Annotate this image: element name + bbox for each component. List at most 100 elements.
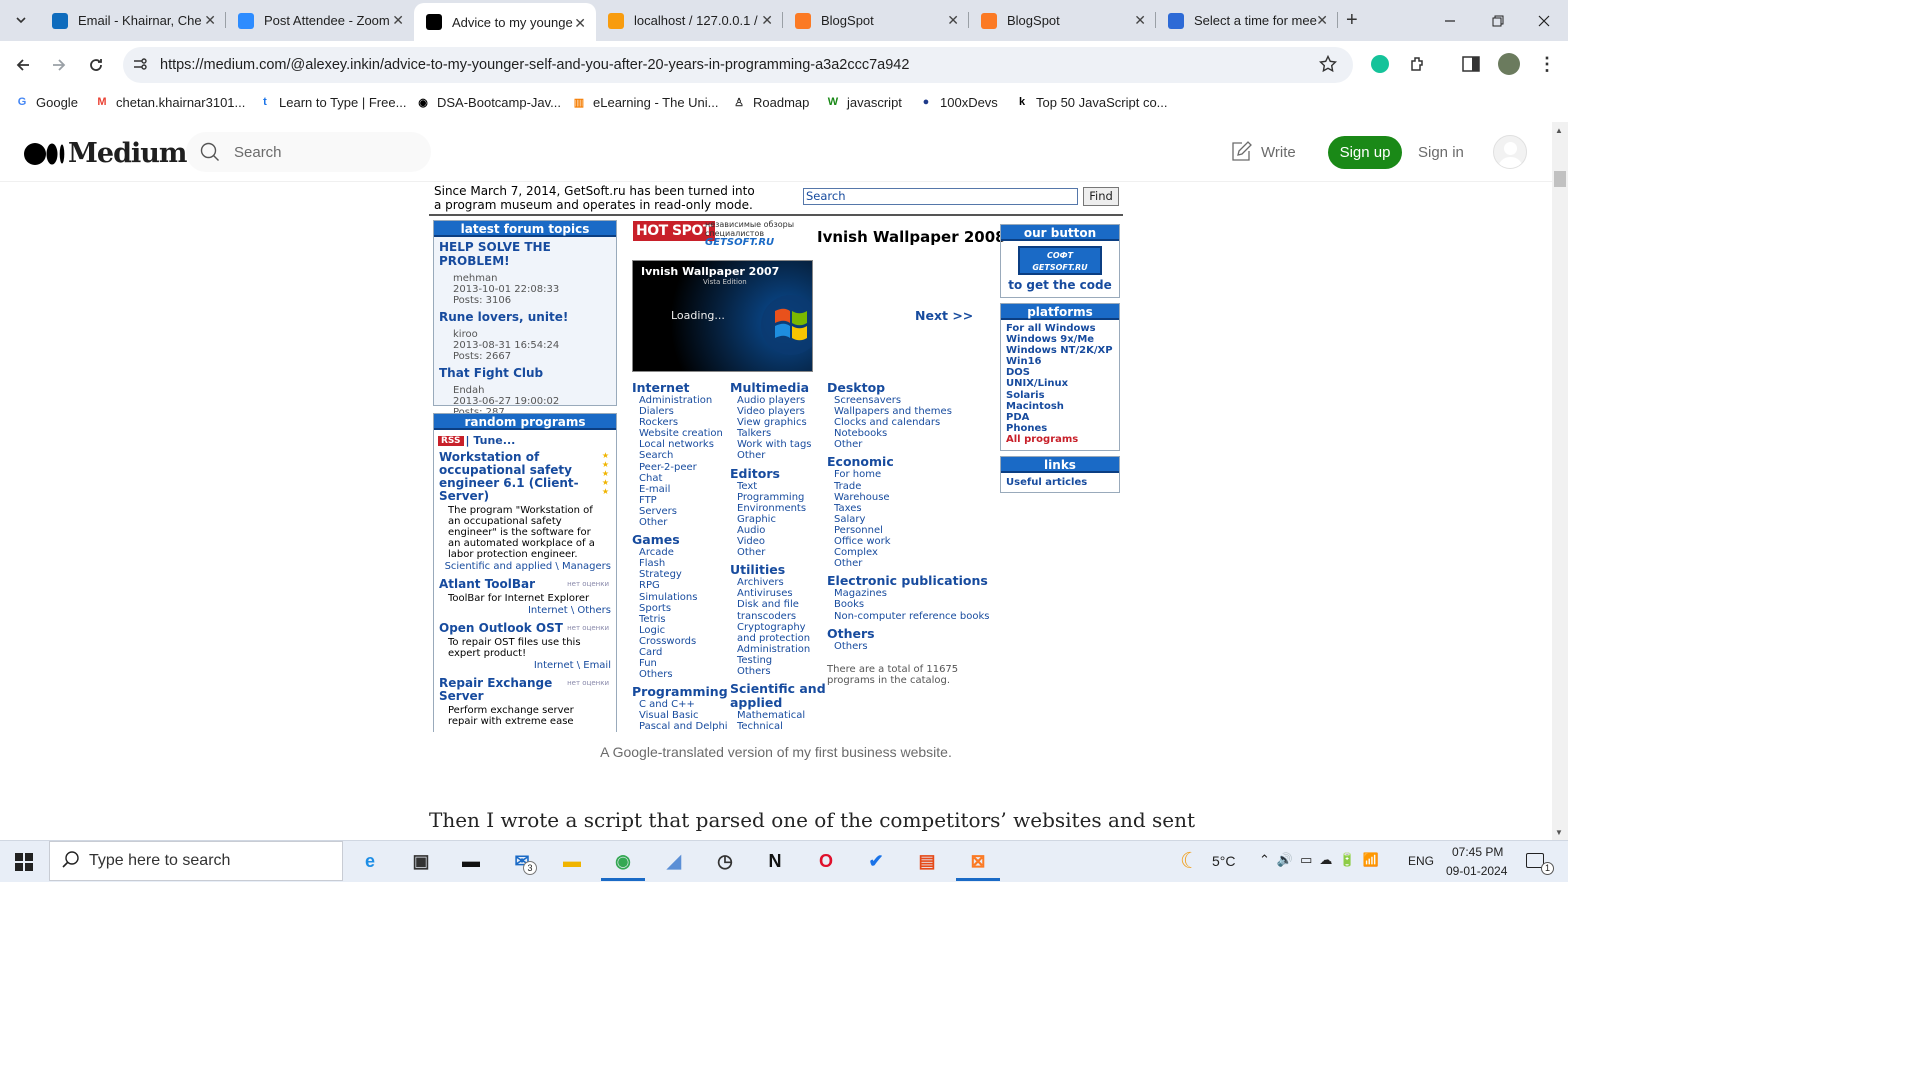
bookmark-item[interactable]: ♙ Roadmap [731, 94, 809, 110]
category-link: Programming [737, 491, 805, 503]
bookmark-star-icon[interactable] [1318, 54, 1338, 78]
program-category: Internet \ Others [527, 605, 611, 616]
get-code-link: to get the code [1008, 278, 1112, 292]
bookmark-item[interactable]: ◉ DSA-Bootcamp-Jav... [415, 94, 561, 110]
xampp-icon[interactable]: ⊠ [962, 846, 994, 876]
signin-link[interactable]: Sign in [1418, 144, 1464, 161]
featured-title: Ivnish Wallpaper 2008 [817, 228, 1006, 246]
category-list: C and C++ Visual Basic Pascal and Delphi [632, 699, 732, 732]
category-link: Administration [639, 395, 713, 406]
tab-search-button[interactable] [8, 8, 34, 32]
chrome-menu-icon[interactable]: ⋮ [1538, 54, 1556, 75]
app-icon[interactable]: ◢ [658, 846, 690, 876]
browser-tab[interactable]: Email - Khairnar, Che ✕ [40, 0, 226, 41]
clock-time[interactable]: 07:45 PM [1452, 845, 1503, 859]
bookmark-item[interactable]: Mchetan.khairnar3101... [94, 94, 245, 110]
browser-tab[interactable]: BlogSpot ✕ [969, 0, 1156, 41]
bookmark-item[interactable]: t Learn to Type | Free... [257, 94, 406, 110]
write-icon[interactable] [1230, 141, 1252, 168]
category-link: Antiviruses [737, 588, 793, 600]
terminal-icon[interactable]: ▬ [455, 846, 487, 876]
bookmark-item[interactable]: k Top 50 JavaScript co... [1014, 94, 1168, 110]
minimize-icon [1445, 19, 1455, 22]
program-category: Scientific and applied \ Managers [444, 561, 611, 572]
notion-icon[interactable]: N [759, 846, 791, 876]
extensions-icon[interactable] [1409, 55, 1427, 78]
browser-tab[interactable]: Select a time for mee ✕ [1156, 0, 1338, 41]
platform-link: DOS [1006, 367, 1031, 379]
opera-icon[interactable]: O [810, 846, 842, 876]
write-link[interactable]: Write [1261, 144, 1296, 161]
office-icon[interactable]: ▤ [911, 846, 943, 876]
reload-button[interactable] [83, 52, 109, 78]
tab-title: Post Attendee - Zoom [264, 13, 390, 28]
close-tab-icon[interactable]: ✕ [1134, 12, 1146, 29]
close-tab-icon[interactable]: ✕ [1316, 12, 1328, 29]
file-explorer-icon[interactable]: ▬ [556, 846, 588, 876]
close-tab-icon[interactable]: ✕ [574, 15, 586, 32]
scroll-up-arrow[interactable]: ▲ [1555, 126, 1563, 135]
restore-button[interactable] [1474, 0, 1522, 41]
bookmark-item[interactable]: Wjavascript [825, 94, 902, 110]
program-category: Internet \ Email [533, 660, 611, 671]
taskbar-search-placeholder[interactable]: Type here to search [89, 852, 230, 870]
forward-button[interactable] [46, 52, 72, 78]
bookmark-item[interactable]: ▥ eLearning - The Uni... [571, 94, 719, 110]
browser-tab[interactable]: Advice to my younge ✕ [414, 3, 596, 41]
windows-logo-icon [761, 295, 812, 355]
category-link: Audio players [737, 395, 806, 406]
search-icon [62, 851, 80, 874]
browser-tab[interactable]: localhost / 127.0.0.1 /✕ [596, 0, 783, 41]
next-link: Next >> [915, 308, 974, 323]
close-tab-icon[interactable]: ✕ [761, 12, 773, 29]
weather-temp[interactable]: 5°C [1212, 853, 1236, 869]
chrome-icon[interactable]: ◉ [607, 846, 639, 876]
category-link: Servers [639, 505, 678, 517]
close-tab-icon[interactable]: ✕ [204, 12, 216, 29]
new-tab-button[interactable]: + [1346, 9, 1358, 32]
minimize-button[interactable] [1426, 0, 1474, 41]
windows-start-icon[interactable] [15, 853, 33, 876]
store-icon[interactable]: ▣ [405, 846, 437, 876]
language-indicator[interactable]: ENG [1408, 854, 1434, 868]
clock-app-icon[interactable]: ◷ [709, 846, 741, 876]
tune-link: | Tune... [465, 434, 516, 447]
grammarly-extension-icon[interactable] [1371, 55, 1389, 73]
medium-search[interactable] [186, 132, 431, 172]
bookmark-item[interactable]: G Google [14, 94, 78, 110]
tab-title: BlogSpot [821, 13, 874, 28]
platforms-panel: platforms For all Windows Windows 9x/Me Wi… [1000, 303, 1120, 451]
bookmark-item[interactable]: ● 100xDevs [918, 94, 998, 110]
tab-title: localhost / 127.0.0.1 / [634, 13, 758, 28]
scroll-down-arrow[interactable]: ▼ [1555, 828, 1563, 837]
platforms-heading: platforms [1001, 304, 1119, 320]
close-tab-icon[interactable]: ✕ [947, 12, 959, 29]
category-link: Office work [834, 536, 891, 548]
edge-icon[interactable]: e [354, 846, 386, 876]
weather-moon-icon[interactable]: ☾ [1180, 848, 1200, 874]
profile-avatar[interactable] [1498, 53, 1520, 75]
page-scrollbar[interactable] [1552, 122, 1568, 840]
category-heading: Editors [730, 465, 780, 481]
signup-button[interactable]: Sign up [1328, 136, 1402, 169]
url-text[interactable]: https://medium.com/@alexey.inkin/advice-… [160, 57, 909, 73]
category-link: Cryptography [737, 621, 806, 633]
user-avatar[interactable] [1493, 135, 1527, 169]
browser-tab[interactable]: Post Attendee - Zoom ✕ [226, 0, 414, 41]
clock-date[interactable]: 09-01-2024 [1446, 864, 1507, 878]
program-rating: нет оценки [567, 580, 609, 588]
system-tray-icons[interactable]: ⌃🔊▭☁🔋📶 [1259, 852, 1386, 868]
side-panel-icon[interactable] [1462, 56, 1480, 77]
browser-tab[interactable]: BlogSpot ✕ [783, 0, 969, 41]
category-link: Administration [737, 643, 811, 655]
back-button[interactable] [10, 52, 36, 78]
close-window-button[interactable] [1520, 0, 1568, 41]
site-info-icon[interactable] [132, 56, 148, 77]
forum-topic-posts: Posts: 3106 [453, 295, 512, 306]
category-link: Pascal and Delphi [639, 721, 728, 732]
close-tab-icon[interactable]: ✕ [392, 12, 404, 29]
scrollbar-thumb[interactable] [1554, 171, 1566, 187]
todo-icon[interactable]: ✔ [860, 846, 892, 876]
search-placeholder[interactable]: Search [234, 144, 282, 161]
medium-logo[interactable]: Medium [24, 138, 187, 169]
